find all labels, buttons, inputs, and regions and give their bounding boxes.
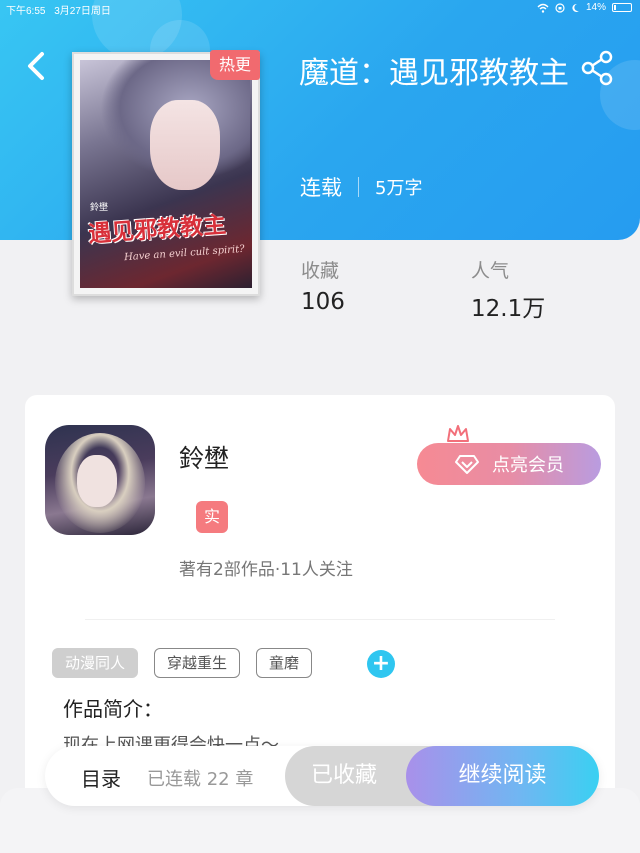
status-bar: 下午6:55 3月27日周日 14% (0, 0, 640, 18)
author-avatar[interactable] (45, 425, 155, 535)
plus-icon: + (371, 651, 391, 676)
cover-subtitle-text: Have an evil cult spirit? (123, 243, 245, 264)
moon-icon (572, 3, 579, 12)
toc-button[interactable]: 目录 (81, 763, 121, 792)
status-time: 下午6:55 (6, 6, 46, 17)
back-button[interactable] (20, 46, 56, 86)
lock-rotation-icon (555, 2, 565, 13)
cover-face-shape (150, 100, 220, 190)
popularity-label: 人气 (471, 260, 510, 282)
continue-reading-button[interactable]: 继续阅读 (406, 746, 599, 806)
intro-heading: 作品简介： (63, 697, 163, 721)
crown-icon (447, 425, 469, 442)
share-button[interactable] (578, 48, 618, 88)
battery-percent: 14% (585, 2, 606, 13)
tag-item[interactable]: 动漫同人 (52, 648, 139, 678)
cover-artwork: 鈴壄 遇见邪教教主 Have an evil cult spirit? (80, 60, 252, 288)
favorites-value: 106 (301, 289, 345, 315)
book-word-count: 5万字 (375, 178, 423, 199)
tag-item[interactable]: 穿越重生 (154, 648, 241, 678)
meta-divider (358, 177, 359, 197)
tag-list: 动漫同人 穿越重生 童磨 (52, 648, 313, 678)
book-title: 魔道：遇见邪教教主 (299, 56, 569, 91)
card-divider (85, 619, 555, 620)
favorites-stat: 收藏 106 (301, 256, 345, 315)
author-stats: 著有2部作品·11人关注 (179, 560, 353, 580)
wifi-icon (537, 3, 549, 13)
cover-author-text: 鈴壄 (90, 203, 109, 213)
hot-badge: 热更 (210, 50, 260, 80)
back-icon (28, 52, 44, 80)
verified-badge: 实 (196, 501, 228, 533)
battery-fill (614, 5, 616, 10)
add-tag-button[interactable]: + (367, 650, 395, 678)
tag-item[interactable]: 童磨 (256, 648, 313, 678)
popularity-value: 12.1万 (471, 296, 546, 322)
battery-icon (612, 3, 632, 12)
status-date: 3月27日周日 (54, 6, 111, 17)
bottom-action-bar: 目录 已连载 22 章 已收藏 继续阅读 (45, 746, 599, 806)
author-name[interactable]: 鈴壄 (179, 439, 229, 475)
popularity-stat: 人气 12.1万 (471, 256, 545, 323)
avatar-face-shape (77, 455, 117, 507)
share-icon (581, 50, 613, 86)
diamond-icon (455, 455, 479, 474)
book-status: 连载 (300, 176, 342, 200)
status-time-date: 下午6:55 3月27日周日 (6, 2, 111, 17)
book-cover[interactable]: 鈴壄 遇见邪教教主 Have an evil cult spirit? (72, 52, 260, 296)
status-indicators: 14% (537, 2, 632, 13)
book-meta: 连载 5万字 (300, 172, 422, 202)
vip-label: 点亮会员 (492, 455, 564, 476)
favorites-label: 收藏 (301, 260, 340, 282)
chapter-count[interactable]: 已连载 22 章 (147, 765, 253, 791)
vip-button[interactable]: 点亮会员 (417, 443, 601, 485)
